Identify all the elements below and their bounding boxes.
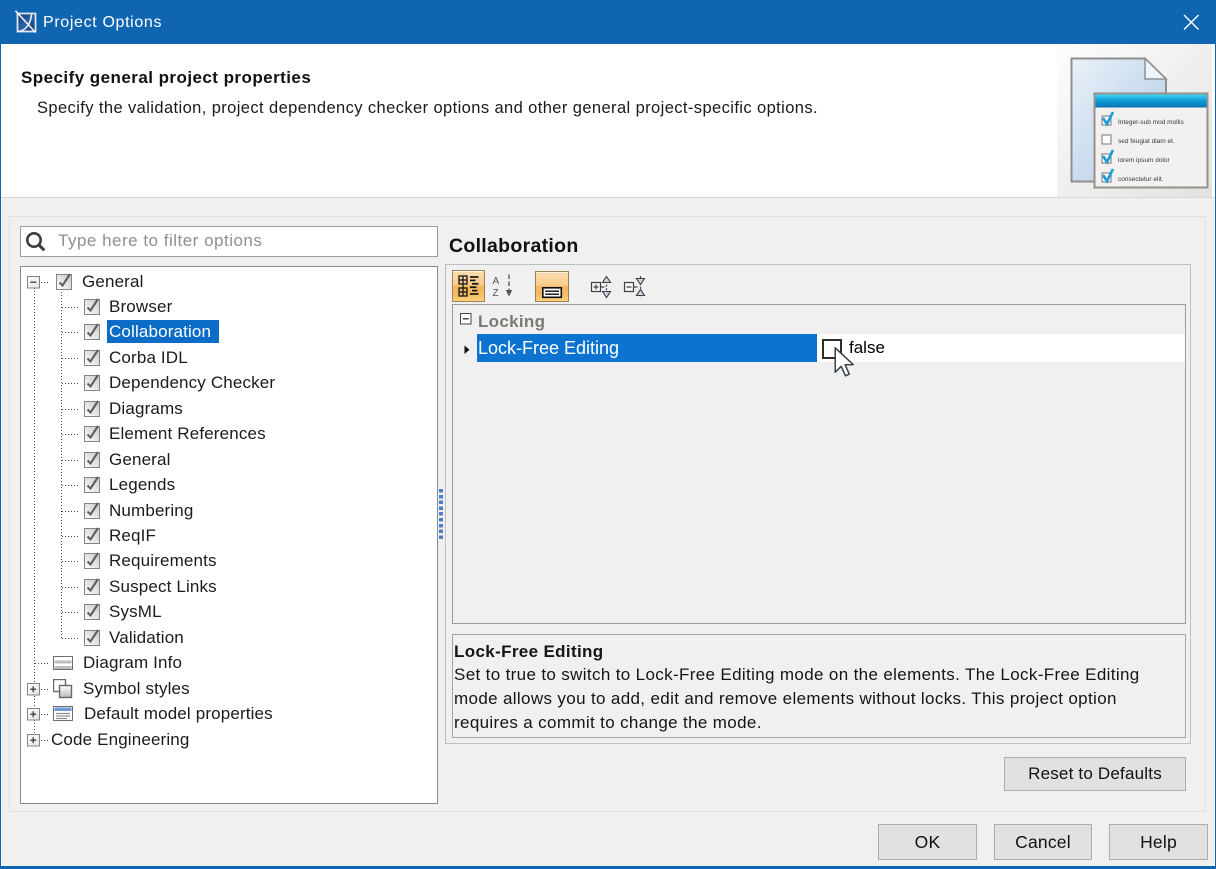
- svg-text:lorem ipsum dolor: lorem ipsum dolor: [1118, 157, 1170, 164]
- svg-text:sed feugiat diam et.: sed feugiat diam et.: [1118, 138, 1175, 145]
- svg-text:Integer-sub mod mollis: Integer-sub mod mollis: [1118, 119, 1184, 126]
- svg-text:A: A: [493, 276, 500, 287]
- svg-text:consectetur elit.: consectetur elit.: [1118, 176, 1164, 183]
- svg-text:Z: Z: [493, 288, 499, 299]
